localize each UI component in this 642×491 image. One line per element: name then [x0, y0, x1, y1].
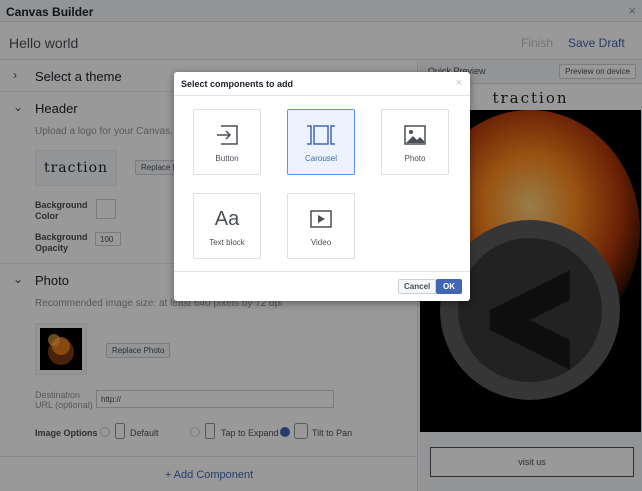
component-tile-label: Photo [404, 154, 426, 163]
component-tile-label: Carousel [304, 154, 337, 163]
component-tile-button[interactable]: Button [193, 109, 261, 175]
component-tile-label: Text block [209, 238, 245, 247]
component-tile-text-block[interactable]: Aa Text block [193, 193, 261, 259]
dialog-close-icon[interactable]: × [456, 77, 462, 89]
cancel-button[interactable]: Cancel [398, 279, 437, 294]
button-icon [194, 122, 260, 148]
component-tile-photo[interactable]: Photo [381, 109, 449, 175]
photo-icon [382, 122, 448, 148]
video-icon [288, 206, 354, 232]
component-tile-label: Video [310, 238, 332, 247]
carousel-icon [288, 122, 354, 148]
dialog-title: Select components to add [181, 79, 294, 89]
component-tile-carousel[interactable]: Carousel [287, 109, 355, 175]
component-tile-video[interactable]: Video [287, 193, 355, 259]
select-components-dialog: Select components to add × Button Carous… [174, 72, 470, 301]
dialog-header: Select components to add × [174, 72, 470, 96]
ok-button[interactable]: OK [436, 279, 462, 294]
text-block-icon: Aa [214, 207, 240, 230]
dialog-footer: Cancel OK [174, 271, 470, 301]
component-tile-label: Button [215, 154, 239, 163]
